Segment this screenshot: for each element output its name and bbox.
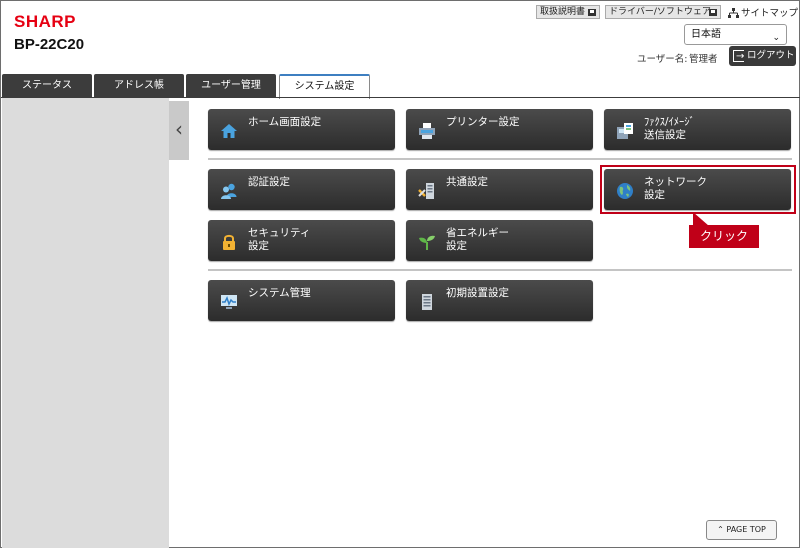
tab-address-book[interactable]: アドレス帳: [94, 74, 184, 98]
authentication-settings-label: 認証設定: [248, 176, 290, 188]
initial-setup-settings-label: 初期設置設定: [446, 287, 509, 299]
chevron-left-icon: ‹: [175, 117, 183, 141]
logout-icon: [733, 47, 744, 67]
user-name-label: ユーザー名:: [637, 54, 688, 65]
logout-label: ログアウト: [747, 50, 795, 61]
driver-link-label: ドライバー/ソフトウェア: [609, 7, 711, 17]
fax-image-send-settings-button[interactable]: ﾌｧｸｽ/ｲﾒｰｼﾞ 送信設定: [604, 109, 791, 150]
section-divider: [208, 158, 792, 160]
manual-link[interactable]: 取扱説明書: [536, 5, 600, 19]
tab-status[interactable]: ステータス: [2, 74, 92, 98]
tab-system-settings[interactable]: システム設定: [279, 74, 370, 99]
system-management-button[interactable]: システム管理: [208, 280, 395, 321]
language-value: 日本語: [691, 29, 721, 40]
driver-software-link[interactable]: ドライバー/ソフトウェア: [605, 5, 721, 19]
tab-bar: ステータス アドレス帳 ユーザー管理 システム設定: [1, 74, 800, 99]
callout-pointer: [693, 212, 709, 226]
home-screen-settings-label: ホーム画面設定: [248, 116, 322, 128]
manual-link-label: 取扱説明書: [540, 7, 586, 17]
sidebar: [2, 98, 169, 548]
printer-icon: [419, 123, 435, 139]
common-settings-button[interactable]: 共通設定: [406, 169, 593, 210]
network-settings-highlight: [600, 165, 796, 214]
sprout-icon: [419, 235, 435, 250]
lock-icon: [223, 234, 235, 250]
system-management-label: システム管理: [248, 287, 311, 299]
security-settings-button[interactable]: セキュリティ 設定: [208, 220, 395, 261]
model-name: BP-22C20: [14, 36, 85, 53]
copier-icon: [422, 294, 432, 310]
home-screen-settings-button[interactable]: ホーム画面設定: [208, 109, 395, 150]
chevron-up-icon: ⌃: [717, 525, 724, 534]
common-settings-label: 共通設定: [446, 176, 488, 188]
energy-save-settings-button[interactable]: 省エネルギー 設定: [406, 220, 593, 261]
sitemap-link[interactable]: サイトマップ: [728, 5, 798, 19]
fax-image-send-settings-label: ﾌｧｸｽ/ｲﾒｰｼﾞ 送信設定: [644, 116, 695, 141]
users-icon: [221, 183, 237, 199]
security-settings-label: セキュリティ 設定: [248, 227, 311, 252]
external-link-icon: [709, 9, 717, 16]
energy-save-settings-label: 省エネルギー 設定: [446, 227, 509, 252]
page-top-label: PAGE TOP: [726, 525, 766, 534]
monitor-chart-icon: [221, 295, 237, 309]
fax-image-icon: [617, 123, 633, 139]
external-link-icon: [588, 9, 596, 16]
language-select[interactable]: 日本語 ⌄: [684, 24, 787, 45]
initial-setup-settings-button[interactable]: 初期設置設定: [406, 280, 593, 321]
authentication-settings-button[interactable]: 認証設定: [208, 169, 395, 210]
sharp-logo: SHARP: [14, 12, 77, 31]
click-callout: クリック: [689, 225, 759, 248]
sidebar-collapse-button[interactable]: ‹: [169, 101, 189, 160]
logout-button[interactable]: ログアウト: [729, 46, 796, 67]
user-name-value: 管理者: [689, 54, 718, 65]
device-tools-icon: [418, 183, 434, 199]
section-divider: [208, 269, 792, 271]
tab-user-management[interactable]: ユーザー管理: [186, 74, 276, 98]
sitemap-icon: [728, 8, 739, 18]
home-icon: [221, 124, 237, 138]
printer-settings-button[interactable]: プリンター設定: [406, 109, 593, 150]
page-top-button[interactable]: ⌃ PAGE TOP: [706, 520, 777, 540]
printer-settings-label: プリンター設定: [446, 116, 520, 128]
page-frame: SHARP BP-22C20 取扱説明書 ドライバー/ソフトウェア サイトマップ…: [0, 0, 800, 548]
sitemap-label: サイトマップ: [741, 8, 799, 19]
